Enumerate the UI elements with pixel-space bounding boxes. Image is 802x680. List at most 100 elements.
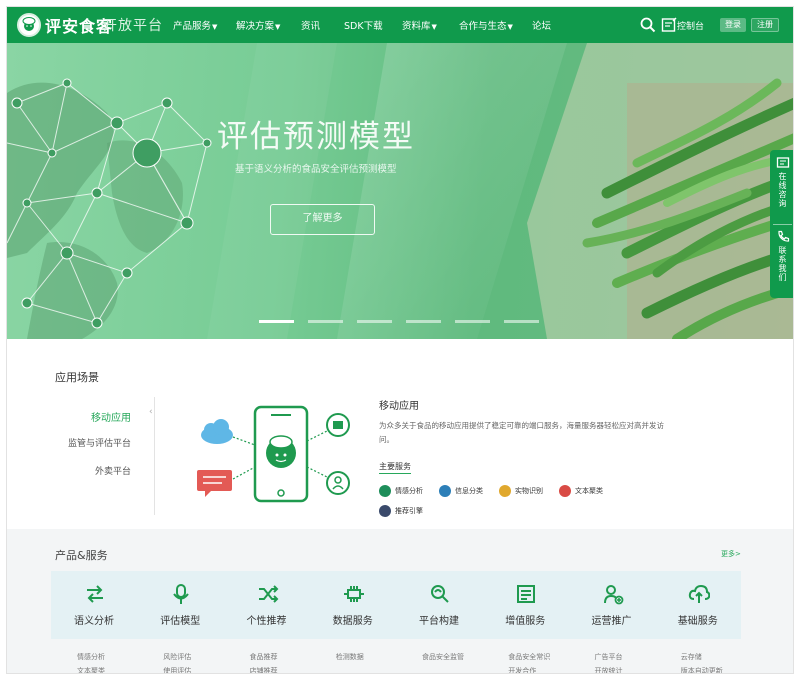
user-add-icon bbox=[603, 585, 623, 605]
mobile-app-illustration bbox=[197, 405, 350, 503]
caret-down-icon: ▼ bbox=[212, 23, 218, 31]
product-sub-link[interactable]: 版本自动更新 bbox=[681, 666, 723, 673]
service-chip[interactable]: 文本聚类 bbox=[559, 485, 603, 497]
nav-item-sdk[interactable]: SDK下载 bbox=[344, 18, 383, 32]
product-sub-link[interactable]: 文本聚类 bbox=[77, 666, 105, 673]
slider-dot[interactable] bbox=[504, 320, 539, 323]
product-sub-link[interactable]: 广告平台 bbox=[595, 652, 623, 662]
caret-down-icon: ▼ bbox=[275, 23, 281, 31]
slider-dot[interactable] bbox=[357, 320, 392, 323]
product-category-label: 数据服务 bbox=[332, 616, 373, 627]
learn-more-button[interactable]: 了解更多 bbox=[270, 204, 375, 235]
product-sub-link[interactable]: 风险评估 bbox=[163, 652, 191, 662]
product-category[interactable]: 个性推荐 bbox=[224, 571, 310, 639]
scenario-description: 为众多关于食品的移动应用提供了稳定可靠的端口服务，海量服务器轻松应对高并发访问。 bbox=[379, 421, 664, 444]
product-sub-link[interactable]: 店铺推荐 bbox=[250, 666, 278, 673]
service-chip-label: 情感分析 bbox=[395, 487, 423, 495]
main-services-label: 主要服务 bbox=[379, 461, 411, 474]
nav-item-news[interactable]: 资讯 bbox=[301, 18, 320, 32]
microphone-icon bbox=[173, 584, 190, 604]
console-icon[interactable] bbox=[661, 17, 677, 33]
product-category-label: 基础服务 bbox=[677, 616, 718, 627]
nav-item-forum[interactable]: 论坛 bbox=[532, 18, 551, 32]
products-more-link[interactable]: 更多> bbox=[721, 549, 741, 559]
green-beans-image bbox=[527, 43, 793, 339]
service-chip[interactable]: 信息分类 bbox=[439, 485, 483, 497]
logo-chef-icon[interactable] bbox=[17, 13, 41, 37]
product-sub-link[interactable]: 食品安全监管 bbox=[422, 652, 464, 662]
banner-title: 评估预测模型 bbox=[217, 119, 415, 155]
register-button[interactable]: 注册 bbox=[751, 18, 779, 32]
product-category[interactable]: 平台构建 bbox=[396, 571, 482, 639]
search-icon[interactable] bbox=[639, 16, 657, 34]
slider-dot[interactable] bbox=[259, 320, 294, 323]
service-chip[interactable]: 推荐引擎 bbox=[379, 505, 423, 517]
service-chip[interactable]: 实物识别 bbox=[499, 485, 543, 497]
service-dot-icon bbox=[379, 505, 391, 517]
nav-item-products[interactable]: 产品服务▼ bbox=[173, 18, 217, 32]
chat-icon bbox=[776, 157, 789, 168]
chevron-left-icon: ‹ bbox=[149, 407, 153, 417]
phone-icon bbox=[777, 230, 789, 242]
contact-us-button[interactable]: 联系我们 bbox=[770, 230, 793, 282]
scenario-tab-mobile[interactable]: 移动应用 bbox=[41, 409, 131, 424]
product-sub-link[interactable]: 云存储 bbox=[681, 652, 702, 662]
slider-dots bbox=[259, 320, 539, 323]
slider-dot[interactable] bbox=[308, 320, 343, 323]
product-category-label: 增值服务 bbox=[505, 616, 546, 627]
product-sub-link[interactable]: 食品推荐 bbox=[250, 652, 278, 662]
service-chip-label: 文本聚类 bbox=[575, 487, 603, 495]
contact-us-label: 联系我们 bbox=[778, 246, 787, 282]
product-category[interactable]: 语义分析 bbox=[51, 571, 137, 639]
product-category[interactable]: 增值服务 bbox=[482, 571, 568, 639]
product-category[interactable]: 基础服务 bbox=[655, 571, 741, 639]
scenario-tab-regulation[interactable]: 监管与评估平台 bbox=[41, 436, 131, 449]
scenarios-section: 应用场景 移动应用 监管与评估平台 外卖平台 ‹ 移动应用 为众多关于食品的移动… bbox=[7, 339, 793, 529]
product-category-label: 个性推荐 bbox=[246, 616, 287, 627]
cloud-icon bbox=[201, 419, 233, 444]
product-sub-link[interactable]: 食品安全常识 bbox=[508, 652, 550, 662]
caret-down-icon: ▼ bbox=[507, 23, 513, 31]
slider-dot[interactable] bbox=[406, 320, 441, 323]
hero-banner: 评估预测模型 基于语义分析的食品安全评估预测模型 了解更多 bbox=[7, 43, 793, 339]
console-link[interactable]: 控制台 bbox=[677, 19, 704, 32]
service-dot-icon bbox=[439, 485, 451, 497]
online-consult-label: 在线咨询 bbox=[778, 172, 787, 208]
cloud-upload-icon bbox=[688, 584, 710, 603]
service-dot-icon bbox=[379, 485, 391, 497]
product-sub-link[interactable]: 使用评估 bbox=[163, 666, 191, 673]
magnify-icon bbox=[431, 585, 449, 603]
top-navbar: 评安食客 开放平台 产品服务▼ 解决方案▼ 资讯 SDK下载 资料库▼ 合作与生… bbox=[7, 7, 793, 43]
product-category[interactable]: 评估模型 bbox=[137, 571, 223, 639]
product-sub-link[interactable]: 开发合作 bbox=[508, 666, 536, 673]
product-category-label: 平台构建 bbox=[419, 616, 459, 627]
shuffle-icon bbox=[258, 585, 278, 603]
page-frame: 评安食客 开放平台 产品服务▼ 解决方案▼ 资讯 SDK下载 资料库▼ 合作与生… bbox=[6, 6, 794, 674]
message-icon bbox=[197, 470, 232, 497]
swap-arrows-icon bbox=[87, 585, 103, 603]
nav-item-solutions[interactable]: 解决方案▼ bbox=[236, 18, 280, 32]
service-chip-label: 实物识别 bbox=[515, 487, 543, 495]
scenario-heading: 移动应用 bbox=[379, 401, 419, 412]
product-sub-link[interactable]: 开放统计 bbox=[595, 666, 623, 673]
service-dot-icon bbox=[499, 485, 511, 497]
product-sub-link[interactable]: 情感分析 bbox=[77, 652, 105, 662]
logo-subtitle: 开放平台 bbox=[103, 18, 163, 34]
service-dot-icon bbox=[559, 485, 571, 497]
product-category-label: 语义分析 bbox=[74, 616, 114, 627]
product-category[interactable]: 数据服务 bbox=[310, 571, 396, 639]
nav-item-library[interactable]: 资料库▼ bbox=[402, 18, 437, 32]
service-chip-label: 推荐引擎 bbox=[395, 507, 423, 515]
product-sub-link[interactable]: 检测数据 bbox=[336, 652, 364, 662]
document-icon bbox=[517, 585, 536, 603]
service-chip[interactable]: 情感分析 bbox=[379, 485, 423, 497]
product-category-label: 运营推广 bbox=[591, 616, 632, 627]
products-section: 产品&服务 更多> 语义分析 评估模型 个性推荐 数据服务 平台构建 增值服务 运营推广 基础… bbox=[7, 529, 793, 673]
product-category[interactable]: 运营推广 bbox=[569, 571, 655, 639]
scenarios-divider bbox=[154, 397, 155, 515]
nav-item-partners[interactable]: 合作与生态▼ bbox=[459, 18, 513, 32]
scenario-tab-delivery[interactable]: 外卖平台 bbox=[41, 464, 131, 477]
online-consult-button[interactable]: 在线咨询 bbox=[770, 156, 793, 208]
login-button[interactable]: 登录 bbox=[720, 18, 746, 32]
slider-dot[interactable] bbox=[455, 320, 490, 323]
